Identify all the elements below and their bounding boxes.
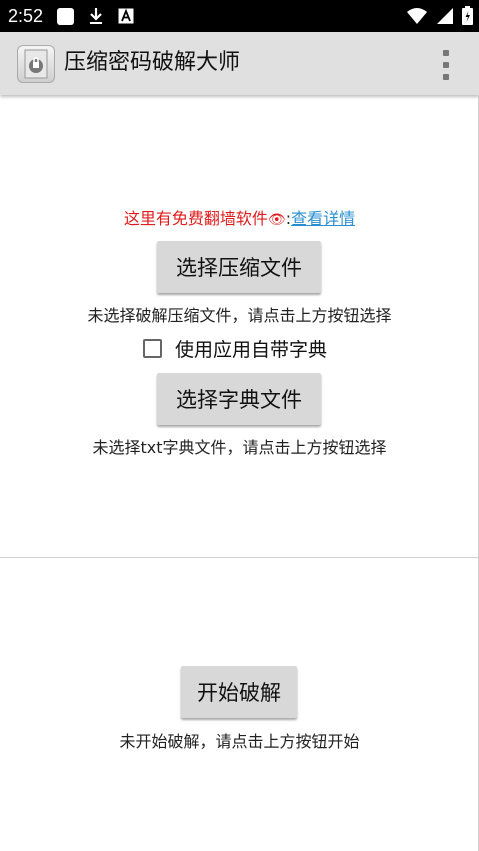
crack-status-hint: 未开始破解，请点击上方按钮开始 [119, 732, 360, 751]
status-icons-right [406, 6, 473, 25]
promo-banner: 这里有免费翻墙软件👁:查看详情 [0, 205, 479, 229]
promo-text: 这里有免费翻墙软件 [123, 209, 268, 228]
battery-icon [462, 6, 473, 25]
app-bar: 压缩密码破解大师 [0, 32, 479, 95]
status-bar: 2:52 [0, 0, 479, 32]
dictionary-status-hint: 未选择txt字典文件，请点击上方按钮选择 [92, 438, 387, 457]
square-notification-icon [57, 7, 75, 25]
status-time: 2:52 [8, 5, 44, 26]
promo-details-link[interactable]: 查看详情 [291, 209, 355, 228]
page-title: 压缩密码破解大师 [64, 50, 241, 75]
download-icon [90, 8, 103, 24]
select-dictionary-button[interactable]: 选择字典文件 [157, 373, 321, 425]
eye-icon: 👁 [267, 212, 286, 228]
overflow-menu-icon[interactable] [439, 50, 453, 80]
start-crack-button[interactable]: 开始破解 [181, 666, 297, 718]
builtin-dictionary-checkbox[interactable] [143, 339, 162, 358]
keyboard-a-icon [118, 8, 134, 24]
signal-icon [437, 7, 453, 24]
file-selection-panel: 这里有免费翻墙软件👁:查看详情 选择压缩文件 未选择破解压缩文件，请点击上方按钮… [0, 97, 479, 557]
archive-status-hint: 未选择破解压缩文件，请点击上方按钮选择 [87, 306, 392, 325]
status-icons-left [57, 7, 134, 25]
builtin-dictionary-option[interactable]: 使用应用自带字典 [143, 335, 327, 362]
wifi-icon [407, 7, 427, 24]
crack-panel: 开始破解 未开始破解，请点击上方按钮开始 [0, 558, 479, 851]
zip-lock-app-icon [17, 45, 55, 83]
select-archive-button[interactable]: 选择压缩文件 [157, 241, 321, 293]
builtin-dictionary-label[interactable]: 使用应用自带字典 [175, 335, 327, 362]
